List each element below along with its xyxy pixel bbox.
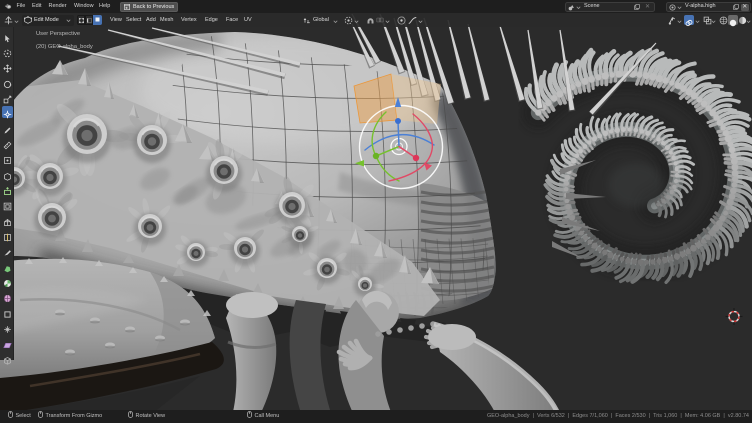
svg-text:(20) GEO-alpha_body: (20) GEO-alpha_body <box>36 44 93 50</box>
svg-text:User Perspective: User Perspective <box>36 31 80 37</box>
